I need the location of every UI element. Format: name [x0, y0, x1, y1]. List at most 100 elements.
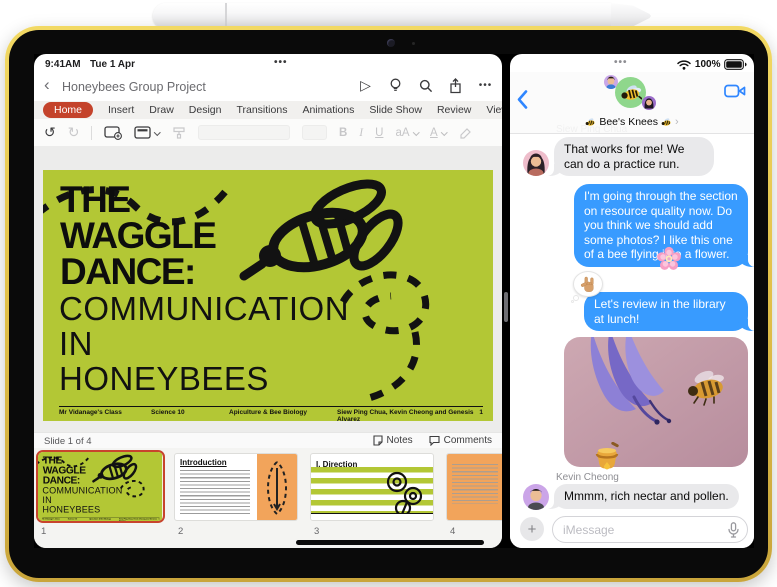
slide-layout-icon[interactable]: [134, 126, 161, 139]
ribbon-divider: [91, 125, 93, 140]
group-title-row[interactable]: Bee's Knees ›: [510, 116, 754, 128]
underline-button[interactable]: U: [375, 127, 383, 139]
tab-design[interactable]: Design: [189, 104, 222, 116]
message-bubble-received: Mmmm, rich nectar and pollen.: [547, 484, 739, 509]
slide-footer: Mr Vidanage's Class Science 10 Apicultur…: [59, 406, 483, 421]
chevron-right-icon: ›: [674, 116, 679, 128]
redo-icon[interactable]: ↻: [68, 124, 80, 141]
bee-illustration: [239, 179, 403, 281]
split-view-divider-handle[interactable]: [504, 292, 508, 322]
thumbnail-slide-1[interactable]: THE WAGGLE DANCE: COMMUNICATION IN HONEY…: [36, 450, 165, 523]
font-size-field[interactable]: [301, 125, 327, 140]
window-controls-dots[interactable]: •••: [274, 57, 288, 68]
tab-home[interactable]: Home: [43, 102, 94, 118]
bee-emoji-icon: [661, 118, 671, 126]
comments-button[interactable]: Comments: [429, 435, 492, 446]
back-chevron-icon[interactable]: ‹: [44, 75, 50, 95]
new-slide-icon[interactable]: [104, 125, 123, 140]
font-name-field[interactable]: [197, 125, 290, 140]
back-chevron-icon[interactable]: [517, 90, 528, 114]
slide-canvas[interactable]: THE WAGGLE DANCE: COMMUNICATION IN HONEY…: [34, 146, 502, 432]
battery-icon: [724, 59, 747, 70]
powerpoint-titlebar: ‹ Honeybees Group Project ▷ •••: [34, 74, 502, 101]
thumbnail-number: 1: [41, 526, 47, 537]
tab-insert[interactable]: Insert: [108, 104, 134, 116]
powerpoint-app-window: 9:41AM Tue 1 Apr ••• ‹ Honeybees Group P…: [34, 54, 502, 548]
slide-title-light: COMMUNICATION IN HONEYBEES: [59, 290, 350, 397]
tab-view[interactable]: View: [486, 104, 502, 116]
thumbnail-slide-3[interactable]: I. Direction: [310, 453, 434, 521]
share-icon[interactable]: [447, 77, 464, 94]
footer-authors: Siew Ping Chua, Kevin Cheong and Genesis…: [337, 409, 474, 421]
group-name: Bee's Knees: [599, 116, 658, 128]
tab-slide-show[interactable]: Slide Show: [369, 104, 422, 116]
thumbnail-number: 4: [450, 526, 456, 537]
clock-date: Tue 1 Apr: [90, 59, 136, 70]
message-bubble-sent: Let's review in the library at lunch!: [584, 292, 754, 331]
ribbon-tab-bar: Home Insert Draw Design Transitions Anim…: [34, 101, 502, 119]
tab-animations[interactable]: Animations: [302, 104, 354, 116]
group-avatar-member-2[interactable]: [642, 96, 656, 110]
present-play-button[interactable]: ▷: [357, 77, 374, 94]
search-icon[interactable]: [417, 77, 434, 94]
window-controls-dots[interactable]: •••: [614, 57, 628, 68]
add-attachment-button[interactable]: +: [520, 517, 544, 541]
front-camera: [387, 39, 395, 47]
battery-percent: 100%: [694, 59, 721, 70]
clock-time: 9:41AM: [45, 59, 81, 70]
tab-draw[interactable]: Draw: [149, 104, 174, 116]
slide-title-bold: THE WAGGLE DANCE:: [60, 179, 217, 292]
tab-review[interactable]: Review: [437, 104, 471, 116]
dictation-mic-icon[interactable]: [728, 522, 739, 543]
more-menu-icon[interactable]: •••: [477, 77, 494, 94]
highlighter-icon[interactable]: [458, 126, 472, 140]
bold-button[interactable]: B: [339, 127, 347, 139]
product-photo-scene: { "status": { "time": "9:41AM", "date": …: [0, 0, 777, 587]
undo-icon[interactable]: ↺: [44, 124, 56, 141]
thumbnail-number: 2: [178, 526, 184, 537]
slide-thumbnail-strip: THE WAGGLE DANCE: COMMUNICATION IN HONEY…: [34, 448, 502, 548]
chevron-down-icon: [412, 129, 419, 136]
message-input-bar: +: [510, 514, 754, 548]
footer-subject: Apiculture & Bee Biology: [229, 409, 308, 416]
footer-course: Science 10: [151, 409, 185, 416]
designer-lightbulb-icon[interactable]: [387, 77, 404, 94]
format-painter-icon[interactable]: [172, 126, 186, 140]
imessage-input[interactable]: [552, 516, 748, 543]
text-size-button[interactable]: aA: [395, 127, 419, 139]
thumbnail-number: 3: [314, 526, 320, 537]
footer-class: Mr Vidanage's Class: [59, 409, 122, 416]
footer-slide-number: 1: [479, 409, 483, 416]
flower-emoji-sticker: [656, 246, 682, 277]
notes-button[interactable]: Notes: [372, 434, 413, 446]
love-you-gesture-sticker: [571, 271, 605, 303]
chevron-down-icon: [154, 129, 161, 136]
bee-emoji-icon: [585, 118, 595, 126]
ipad-screen: 9:41AM Tue 1 Apr ••• ‹ Honeybees Group P…: [34, 54, 754, 548]
statusbar-right: 100%: [677, 59, 747, 70]
chevron-down-icon: [440, 129, 448, 136]
imessage-text-input[interactable]: [563, 518, 713, 541]
messages-app-window: ••• 100% Bee's Knees › That works for me…: [510, 54, 754, 548]
avatar-siew-ping[interactable]: [523, 150, 549, 176]
slide-1-main[interactable]: THE WAGGLE DANCE: COMMUNICATION IN HONEY…: [43, 170, 493, 421]
message-bubble-received: That works for me! We can do a practice …: [547, 137, 714, 176]
notes-icon: [372, 434, 383, 446]
tab-transitions[interactable]: Transitions: [236, 104, 287, 116]
document-title: Honeybees Group Project: [62, 80, 206, 94]
wifi-icon: [677, 59, 692, 70]
italic-button[interactable]: I: [359, 127, 363, 139]
facetime-video-icon[interactable]: [724, 84, 746, 103]
avatar-kevin[interactable]: [523, 484, 549, 510]
thumbnail-slide-2[interactable]: Introduction: [174, 453, 298, 521]
messages-header: Bee's Knees ›: [510, 72, 754, 134]
font-color-button[interactable]: A: [430, 127, 448, 139]
ambient-sensor: [412, 42, 415, 45]
slide-counter: Slide 1 of 4: [44, 436, 92, 447]
home-ribbon: ↺ ↻ B I U aA A: [34, 119, 502, 146]
honey-pot-emoji-sticker: [592, 441, 622, 477]
statusbar-left: 9:41AM Tue 1 Apr •••: [34, 54, 502, 74]
thumbnail-slide-4[interactable]: [446, 453, 502, 521]
slide-status-row: Slide 1 of 4 Notes Comments: [34, 432, 502, 448]
home-indicator[interactable]: [296, 540, 484, 545]
